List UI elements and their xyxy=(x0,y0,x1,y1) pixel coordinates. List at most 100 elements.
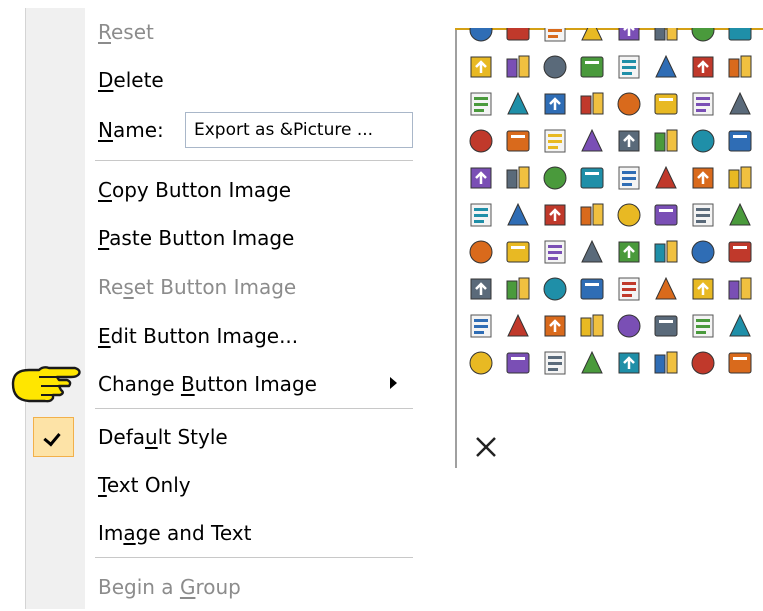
shortcut-icon[interactable] xyxy=(465,199,497,231)
list-view-icon[interactable] xyxy=(613,273,645,305)
table-grid-icon[interactable] xyxy=(539,273,571,305)
home-icon[interactable] xyxy=(613,199,645,231)
disc-icon[interactable] xyxy=(502,347,534,379)
menu-item-reset: Reset xyxy=(25,8,413,56)
cylinder-icon[interactable] xyxy=(613,347,645,379)
bar-chart-icon[interactable] xyxy=(502,199,534,231)
menu-item-label: Delete xyxy=(98,68,164,92)
textbox-icon[interactable] xyxy=(502,125,534,157)
spell-check-icon[interactable] xyxy=(539,88,571,120)
binoculars-icon[interactable] xyxy=(465,162,497,194)
book-icon[interactable] xyxy=(502,28,534,46)
menu-item-name[interactable]: Name: Export as &Picture ... xyxy=(25,106,413,154)
shield-icon[interactable] xyxy=(613,28,645,46)
calendar-icon[interactable] xyxy=(650,51,682,83)
color-swatch-icon[interactable] xyxy=(650,88,682,120)
pin-icon[interactable] xyxy=(650,236,682,268)
save-icon[interactable] xyxy=(502,273,534,305)
text-abc-icon[interactable] xyxy=(576,199,608,231)
arrow-left-icon[interactable] xyxy=(613,125,645,157)
table-icon[interactable] xyxy=(576,273,608,305)
menu-item-text-only[interactable]: Text Only xyxy=(25,461,413,509)
menu-item-change[interactable]: Change Button Image xyxy=(11,360,413,408)
document-icon[interactable] xyxy=(650,199,682,231)
filter-icon[interactable] xyxy=(724,125,756,157)
image-icon[interactable] xyxy=(724,273,756,305)
clock-icon[interactable] xyxy=(576,347,608,379)
gear-icon[interactable] xyxy=(650,347,682,379)
chart-icon[interactable] xyxy=(650,28,682,46)
arrow-down-icon[interactable] xyxy=(576,125,608,157)
green-book-icon[interactable] xyxy=(502,51,534,83)
spacing-icon[interactable] xyxy=(539,125,571,157)
lock-icon[interactable] xyxy=(613,310,645,342)
exchange-icon[interactable] xyxy=(650,273,682,305)
folder-open-icon[interactable] xyxy=(613,236,645,268)
tool-icon[interactable] xyxy=(724,347,756,379)
green-book2-icon[interactable] xyxy=(539,51,571,83)
refresh-icon[interactable] xyxy=(687,236,719,268)
camera-icon[interactable] xyxy=(539,236,571,268)
menu-separator xyxy=(95,557,413,558)
menu-separator xyxy=(95,160,413,161)
menu-item-delete[interactable]: Delete xyxy=(25,56,413,104)
stack-icon[interactable] xyxy=(576,310,608,342)
omega-icon[interactable] xyxy=(687,273,719,305)
horizontal-lines-icon[interactable] xyxy=(465,310,497,342)
binoculars2-icon[interactable] xyxy=(502,162,534,194)
keyboard-icon[interactable] xyxy=(465,347,497,379)
envelope-icon[interactable] xyxy=(724,28,756,46)
font-a-icon[interactable] xyxy=(613,162,645,194)
numbered-list-icon[interactable] xyxy=(650,310,682,342)
menu-item-image-text[interactable]: Image and Text xyxy=(25,509,413,557)
arrows-icon[interactable] xyxy=(687,88,719,120)
menu-item-copy[interactable]: Copy Button Image xyxy=(25,166,413,214)
hand-icon[interactable] xyxy=(576,51,608,83)
menu-item-label: Reset Button Image xyxy=(98,275,297,299)
flag-red-icon[interactable] xyxy=(576,162,608,194)
note-icon[interactable] xyxy=(502,88,534,120)
book-pink-icon[interactable] xyxy=(576,236,608,268)
flag-green-icon[interactable] xyxy=(539,162,571,194)
menu-item-label: Copy Button Image xyxy=(98,178,292,202)
function-icon[interactable] xyxy=(687,162,719,194)
page-icon[interactable] xyxy=(724,236,756,268)
close-icon[interactable] xyxy=(471,432,501,462)
network-icon[interactable] xyxy=(724,51,756,83)
gears-icon[interactable] xyxy=(687,347,719,379)
search-icon[interactable] xyxy=(539,310,571,342)
calculator-icon[interactable] xyxy=(613,51,645,83)
plant-icon[interactable] xyxy=(687,199,719,231)
menu-item-edit[interactable]: Edit Button Image... xyxy=(25,312,413,360)
gradient-icon[interactable] xyxy=(465,125,497,157)
palette-icon[interactable] xyxy=(576,88,608,120)
italic-icon[interactable] xyxy=(724,162,756,194)
globe-icon[interactable] xyxy=(465,28,497,46)
arrow-up-icon[interactable] xyxy=(687,125,719,157)
menu-item-default[interactable]: Default Style xyxy=(25,413,413,461)
database-icon[interactable] xyxy=(465,273,497,305)
bullet-list-icon[interactable] xyxy=(687,310,719,342)
help-icon[interactable] xyxy=(539,199,571,231)
name-input[interactable]: Export as &Picture ... xyxy=(185,112,413,148)
book2-icon[interactable] xyxy=(687,28,719,46)
warning-icon[interactable] xyxy=(502,310,534,342)
window-icon[interactable] xyxy=(724,310,756,342)
document2-icon[interactable] xyxy=(724,199,756,231)
clipboard-icon[interactable] xyxy=(539,347,571,379)
menu-item-label: Text Only xyxy=(98,473,191,497)
form-icon[interactable] xyxy=(465,88,497,120)
pie-chart-icon[interactable] xyxy=(465,236,497,268)
list-icon[interactable] xyxy=(539,28,571,46)
phone-icon[interactable] xyxy=(613,88,645,120)
arrows2-icon[interactable] xyxy=(724,88,756,120)
open-book-icon[interactable] xyxy=(465,51,497,83)
arrow-right-icon[interactable] xyxy=(650,125,682,157)
menu-item-paste[interactable]: Paste Button Image xyxy=(25,214,413,262)
grid-icon[interactable] xyxy=(687,51,719,83)
palette-border xyxy=(455,28,457,468)
button-image-palette xyxy=(455,28,763,468)
font-a2-icon[interactable] xyxy=(650,162,682,194)
cursor-icon[interactable] xyxy=(502,236,534,268)
paperclip-icon[interactable] xyxy=(576,28,608,46)
